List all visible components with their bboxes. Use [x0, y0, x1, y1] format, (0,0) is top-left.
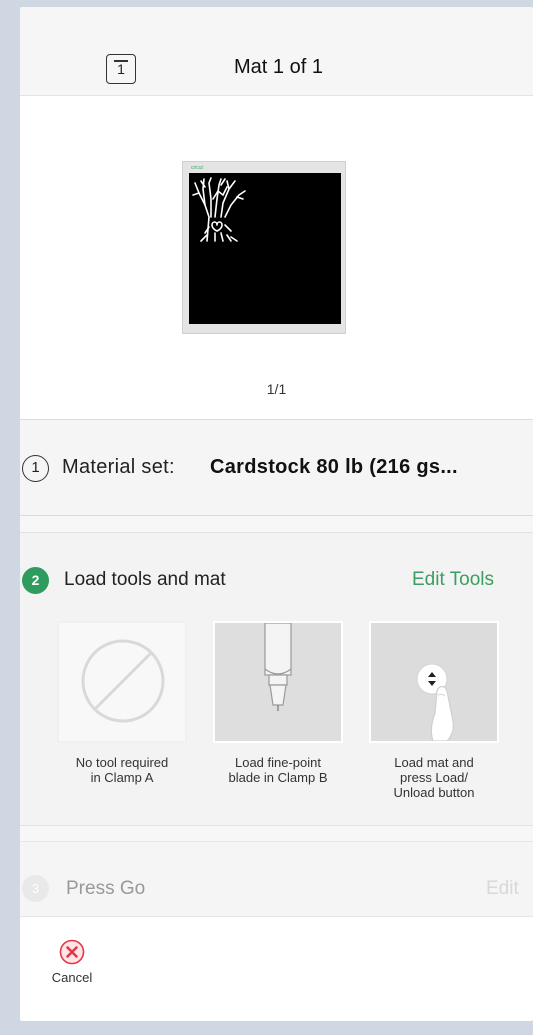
step-2-indicator: 2	[22, 567, 49, 594]
caption-line: in Clamp A	[90, 770, 154, 785]
cancel-button[interactable]: Cancel	[46, 935, 98, 997]
edit-link[interactable]: Edit	[486, 878, 519, 900]
blade-image	[213, 621, 343, 743]
no-tool-image	[57, 621, 187, 743]
load-mat-caption: Load mat and press Load/ Unload button	[369, 755, 499, 800]
section-divider	[20, 516, 533, 532]
caption-line: press Load/	[400, 770, 468, 785]
press-go-label: Press Go	[66, 878, 146, 899]
mat-brand-logo: cricut	[191, 165, 203, 171]
clamp-a-card: No tool required in Clamp A	[57, 621, 187, 785]
step-3-indicator: 3	[22, 875, 49, 902]
material-label: Material set:	[62, 456, 175, 478]
edit-tools-link[interactable]: Edit Tools	[412, 569, 494, 591]
page-title: Mat 1 of 1	[234, 56, 323, 78]
caption-line: blade in Clamp B	[228, 770, 328, 785]
fine-point-blade-icon	[264, 623, 292, 711]
cancel-label: Cancel	[51, 970, 93, 985]
no-tool-icon	[81, 639, 165, 723]
caption-line: Load fine-point	[234, 755, 321, 770]
caption-line: No tool required	[75, 755, 169, 770]
clamp-a-caption: No tool required in Clamp A	[57, 755, 187, 785]
material-value: Cardstock 80 lb (216 gs...	[210, 456, 458, 478]
mat-thumbnail[interactable]: cricut	[182, 161, 346, 334]
material-set-row[interactable]: 1 Material set: Cardstock 80 lb (216 gs.…	[20, 420, 533, 516]
step-1-indicator: 1	[22, 455, 49, 482]
caption-line: Load mat and	[394, 755, 474, 770]
load-tools-title: Load tools and mat	[64, 569, 226, 590]
tree-design-image	[192, 177, 246, 242]
press-button-icon	[416, 663, 454, 741]
bottom-bar: Cancel	[20, 916, 533, 1021]
load-mat-card: Load mat and press Load/ Unload button	[369, 621, 499, 800]
press-load-image	[369, 621, 499, 743]
press-go-row: 3 Press Go Edit	[20, 841, 533, 917]
clamp-b-card: Load fine-point blade in Clamp B	[213, 621, 343, 785]
header: 1 Mat 1 of 1	[20, 7, 533, 96]
mat-icon[interactable]: 1	[106, 54, 136, 84]
mat-cut-area	[189, 173, 341, 324]
caption-line: Unload button	[393, 785, 475, 800]
app-window: 1 Mat 1 of 1 cricut 1/1 1 Material set: …	[20, 7, 533, 1021]
cancel-icon	[59, 939, 85, 965]
mat-preview-section: cricut 1/1	[20, 96, 533, 420]
clamp-b-caption: Load fine-point blade in Clamp B	[213, 755, 343, 785]
page-count: 1/1	[266, 381, 287, 397]
load-tools-section: 2 Load tools and mat Edit Tools No tool …	[20, 532, 533, 826]
